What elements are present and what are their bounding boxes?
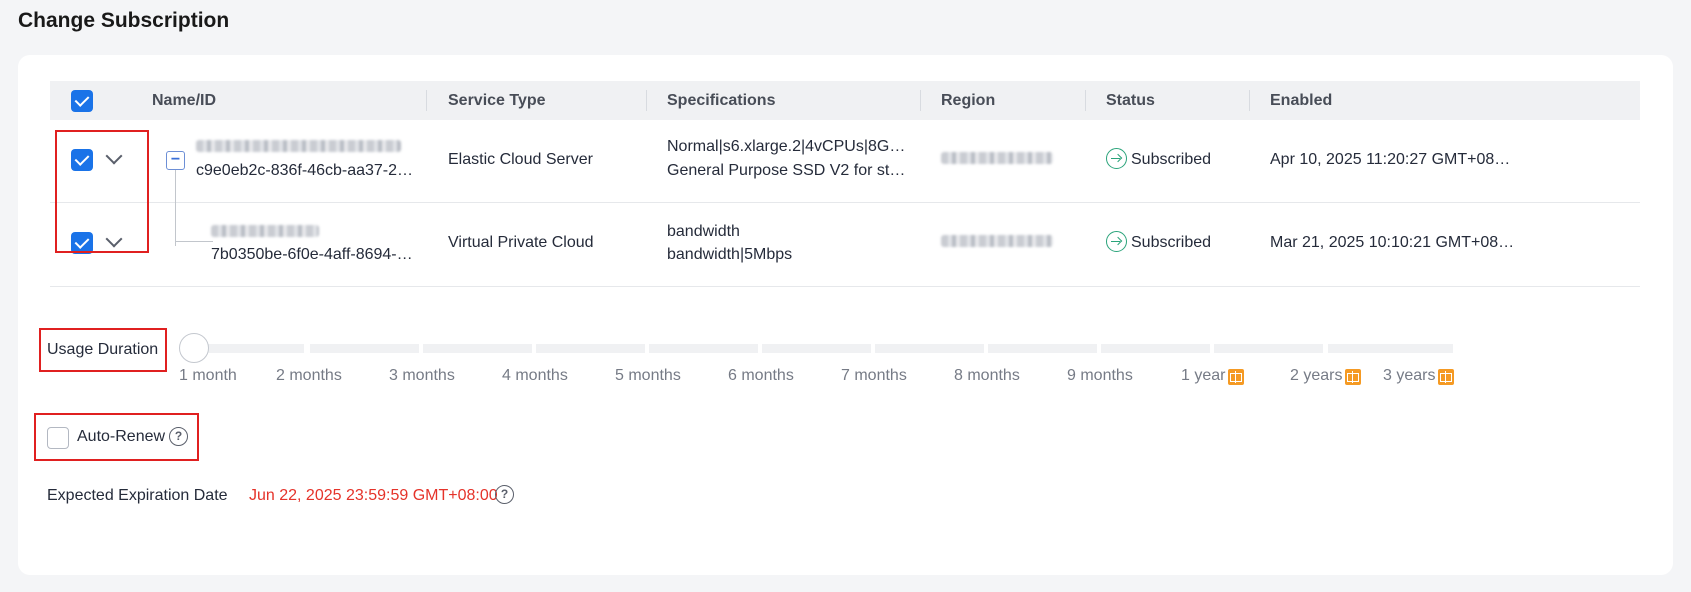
select-all-checkbox[interactable]	[71, 90, 93, 112]
column-header-enabled[interactable]: Enabled	[1270, 81, 1332, 120]
duration-option[interactable]: 8 months	[954, 367, 1020, 385]
slider-segment[interactable]	[1328, 344, 1453, 353]
slider-thumb[interactable]	[179, 333, 209, 363]
blurred-resource-name	[211, 225, 319, 237]
resource-table: Name/ID Service Type Specifications Regi…	[50, 81, 1640, 287]
spec-line: bandwidth	[667, 223, 740, 240]
expiration-date: Jun 22, 2025 23:59:59 GMT+08:00	[249, 487, 498, 504]
table-row: − c9e0eb2c-836f-46cb-aa37-2… Elastic Clo…	[50, 120, 1640, 246]
column-header-name-id[interactable]: Name/ID	[152, 81, 216, 120]
column-header-status[interactable]: Status	[1106, 81, 1155, 120]
column-divider[interactable]	[646, 90, 647, 111]
column-header-region[interactable]: Region	[941, 81, 995, 120]
slider-segment[interactable]	[194, 344, 304, 353]
duration-option[interactable]: 1 month	[179, 367, 237, 385]
slider-segment[interactable]	[536, 344, 645, 353]
subscribed-status-icon	[1106, 231, 1127, 252]
duration-option[interactable]: 3 months	[389, 367, 455, 385]
help-icon[interactable]: ?	[495, 485, 514, 504]
slider-segment[interactable]	[423, 344, 532, 353]
blurred-region	[941, 152, 1053, 164]
usage-duration-label: Usage Duration	[47, 341, 159, 358]
collapse-minus-icon[interactable]: −	[166, 151, 185, 170]
tree-connector	[175, 241, 213, 242]
duration-option[interactable]: 2 months	[276, 367, 342, 385]
duration-option[interactable]: 9 months	[1067, 367, 1133, 385]
enabled-time: Mar 21, 2025 10:10:21 GMT+08…	[1270, 234, 1515, 251]
table-row: 7b0350be-6f0e-4aff-8694-… Virtual Privat…	[50, 203, 1640, 287]
duration-option[interactable]: 1 year	[1181, 367, 1225, 385]
column-header-service-type[interactable]: Service Type	[448, 81, 546, 120]
slider-segment[interactable]	[988, 344, 1097, 353]
slider-segment[interactable]	[649, 344, 758, 353]
duration-option[interactable]: 2 years	[1290, 367, 1342, 385]
slider-segment[interactable]	[310, 344, 419, 353]
auto-renew-label[interactable]: Auto-Renew	[77, 428, 165, 446]
service-type: Elastic Cloud Server	[448, 151, 593, 168]
duration-option[interactable]: 5 months	[615, 367, 681, 385]
spec-line: Normal|s6.xlarge.2|4vCPUs|8G…	[667, 138, 906, 155]
slider-segment[interactable]	[875, 344, 984, 353]
enabled-time: Apr 10, 2025 11:20:27 GMT+08…	[1270, 151, 1511, 168]
duration-option[interactable]: 6 months	[728, 367, 794, 385]
page-title: Change Subscription	[18, 9, 230, 32]
subscription-card: Name/ID Service Type Specifications Regi…	[18, 55, 1673, 575]
status-text: Subscribed	[1131, 151, 1212, 168]
column-divider[interactable]	[426, 90, 427, 111]
duration-option[interactable]: 7 months	[841, 367, 907, 385]
service-type: Virtual Private Cloud	[448, 234, 594, 251]
slider-segment[interactable]	[1214, 344, 1323, 353]
gift-icon	[1228, 369, 1244, 385]
expiration-label: Expected Expiration Date	[47, 487, 228, 504]
duration-option[interactable]: 4 months	[502, 367, 568, 385]
highlight-box	[55, 130, 149, 253]
status-text: Subscribed	[1131, 234, 1212, 251]
spec-line: General Purpose SSD V2 for st…	[667, 162, 906, 179]
gift-icon	[1438, 369, 1454, 385]
table-header: Name/ID Service Type Specifications Regi…	[50, 81, 1640, 120]
blurred-resource-name	[196, 140, 401, 152]
blurred-region	[941, 235, 1053, 247]
resource-id[interactable]: 7b0350be-6f0e-4aff-8694-…	[211, 246, 413, 264]
column-divider[interactable]	[1249, 90, 1250, 111]
subscribed-status-icon	[1106, 148, 1127, 169]
gift-icon	[1345, 369, 1361, 385]
resource-id[interactable]: c9e0eb2c-836f-46cb-aa37-2…	[196, 162, 413, 180]
help-icon[interactable]: ?	[169, 427, 188, 446]
spec-line: bandwidth|5Mbps	[667, 246, 793, 263]
column-divider[interactable]	[920, 90, 921, 111]
slider-segment[interactable]	[762, 344, 871, 353]
column-header-specifications[interactable]: Specifications	[667, 81, 775, 120]
duration-option[interactable]: 3 years	[1383, 367, 1435, 385]
auto-renew-checkbox[interactable]	[47, 427, 69, 449]
slider-segment[interactable]	[1101, 344, 1210, 353]
column-divider[interactable]	[1085, 90, 1086, 111]
